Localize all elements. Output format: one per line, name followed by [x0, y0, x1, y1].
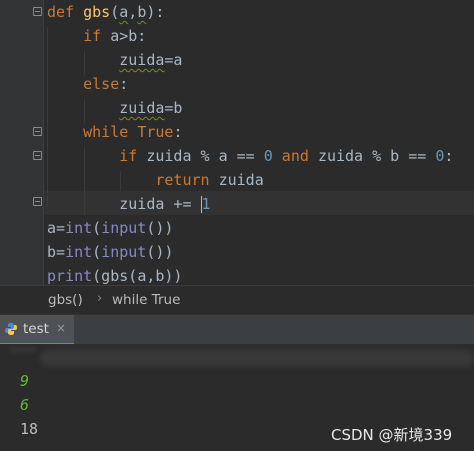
code-line[interactable]: while True:	[47, 120, 182, 144]
code-token: b	[137, 3, 147, 21]
close-icon[interactable]: ×	[56, 321, 66, 335]
code-token: zuida % b ==	[317, 147, 436, 165]
code-token: zuida	[119, 99, 165, 117]
code-token: int	[65, 243, 93, 261]
code-line[interactable]: zuida += 1	[47, 192, 211, 216]
code-line[interactable]: a=int(input())	[47, 216, 173, 240]
code-token: 1	[201, 195, 211, 213]
code-token: ())	[146, 219, 174, 237]
code-token: zuida	[119, 51, 165, 69]
python-icon	[5, 323, 17, 335]
code-token: and	[272, 147, 318, 165]
editor-gutter	[0, 0, 44, 285]
console-input-line: 9	[20, 372, 30, 390]
code-token: :	[173, 123, 183, 141]
code-token: zuida % a ==	[146, 147, 264, 165]
code-line[interactable]: def gbs(a,b):	[47, 0, 164, 24]
code-token: input	[101, 219, 147, 237]
code-token: if	[83, 27, 111, 45]
code-token: =a	[164, 51, 183, 69]
code-token: a>b:	[110, 27, 147, 45]
console-output-line: 18	[20, 420, 39, 438]
code-line[interactable]: if a>b:	[47, 24, 146, 48]
tab-test[interactable]: test ×	[0, 315, 74, 345]
console-input-line: 6	[20, 396, 30, 414]
code-line[interactable]: print(gbs(a,b))	[47, 264, 182, 285]
code-token: ):	[146, 3, 165, 21]
code-token: def	[47, 3, 84, 21]
code-token: return	[155, 171, 219, 189]
redacted-region	[10, 348, 36, 352]
breadcrumb-separator-icon: ›	[97, 291, 103, 306]
code-token: =b	[164, 99, 183, 117]
code-token: :	[444, 147, 454, 165]
watermark: CSDN @新境339	[331, 426, 453, 444]
code-token: zuida	[218, 171, 264, 189]
run-tool-window-tabs: test ×	[0, 314, 474, 345]
fold-marker-icon[interactable]	[33, 127, 42, 136]
code-line[interactable]: else:	[47, 72, 128, 96]
code-line[interactable]: zuida=a	[47, 48, 182, 72]
code-token: (	[92, 219, 102, 237]
code-token: ())	[146, 243, 174, 261]
code-token: a=	[47, 219, 66, 237]
redacted-command-line	[40, 350, 474, 366]
code-token: 0	[263, 147, 273, 165]
code-token: b=	[47, 243, 66, 261]
code-token: if	[119, 147, 147, 165]
code-token: int	[65, 219, 93, 237]
code-token: input	[101, 243, 147, 261]
code-line[interactable]: if zuida % a == 0 and zuida % b == 0:	[47, 144, 453, 168]
code-token: a	[119, 3, 129, 21]
gutter-divider	[43, 0, 44, 285]
code-editor[interactable]: def gbs(a,b): if a>b: zuida=a else: zuid…	[0, 0, 474, 285]
code-token: ))	[164, 267, 183, 285]
code-token: while	[83, 123, 138, 141]
code-line[interactable]: b=int(input())	[47, 240, 173, 264]
code-token: (	[110, 3, 120, 21]
code-line[interactable]: return zuida	[47, 168, 264, 192]
code-token: (	[92, 243, 102, 261]
code-token: ,	[128, 3, 138, 21]
code-token: gbs	[83, 3, 111, 21]
breadcrumb-item-function[interactable]: gbs()	[48, 292, 83, 308]
breadcrumb-item-loop[interactable]: while True	[112, 292, 180, 308]
code-token: True	[137, 123, 174, 141]
code-token: else	[83, 75, 120, 93]
breadcrumb: gbs() › while True	[0, 285, 474, 315]
code-line[interactable]: zuida=b	[47, 96, 182, 120]
fold-marker-icon[interactable]	[33, 151, 42, 160]
code-token: zuida +=	[119, 195, 201, 213]
tab-label: test	[23, 321, 49, 337]
code-token: print	[47, 267, 93, 285]
code-token: (gbs(	[92, 267, 138, 285]
fold-marker-icon[interactable]	[33, 7, 42, 16]
fold-marker-icon[interactable]	[33, 197, 42, 206]
code-token: a	[137, 267, 147, 285]
code-token: :	[119, 75, 129, 93]
